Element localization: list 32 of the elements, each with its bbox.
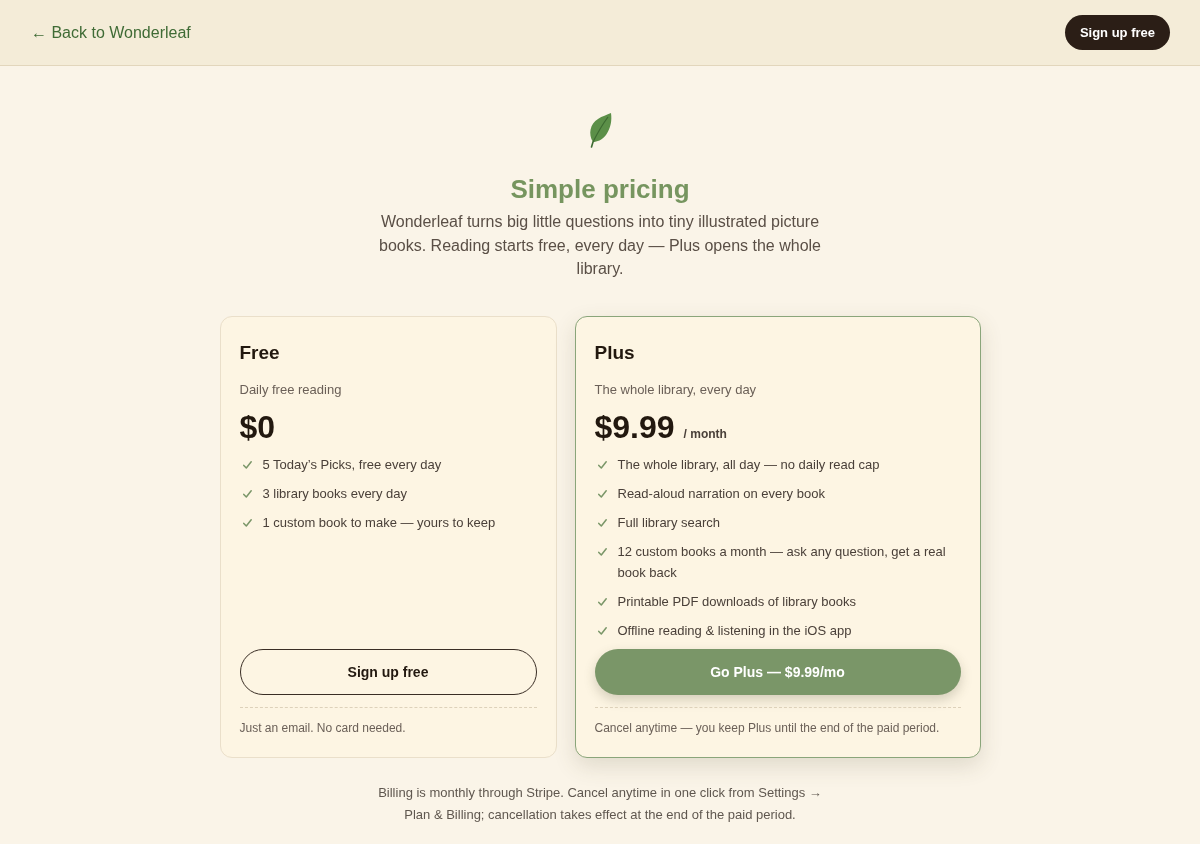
intro-text: Wonderleaf turns big little questions into tiny illustrated picture books. Reading starts free, every day — Plus opens the whole library.	[378, 212, 822, 279]
plan-name: Plus	[594, 340, 636, 365]
price-period: / month	[683, 426, 727, 441]
feature-text: The whole library, all day — no daily read cap	[617, 455, 880, 474]
feature-text: 3 library books every day	[262, 484, 407, 503]
back-link[interactable]: ← Back to Wonderleaf	[31, 23, 191, 42]
check-icon	[597, 626, 607, 635]
signup-button[interactable]: Sign up free	[1064, 15, 1170, 50]
check-icon	[242, 489, 252, 498]
plan-name: Free	[239, 340, 281, 365]
plan-note: Just an email. No card needed.	[239, 719, 407, 736]
feature-text: 5 Today’s Picks, free every day	[262, 455, 442, 474]
page-title: Simple pricing	[510, 173, 690, 205]
plan-tagline: The whole library, every day	[594, 380, 758, 399]
check-icon	[242, 518, 252, 527]
check-icon	[597, 518, 607, 527]
billing-note: Billing is monthly through Stripe. Cancel anytime in one click from Settings → Plan & Billing; cancellation takes effect at the end of the paid period.	[377, 783, 823, 824]
feature-text: Full library search	[617, 513, 721, 532]
plan-price: $9.99	[594, 408, 675, 445]
check-icon	[597, 547, 607, 556]
feature-text: Offline reading & listening in the iOS app	[617, 621, 852, 640]
check-icon	[597, 460, 607, 469]
feature-text: Read-aloud narration on every book	[617, 484, 825, 503]
plan-tagline: Daily free reading	[239, 380, 343, 399]
feature-text: 12 custom books a month — ask any question, get a real book back	[617, 542, 947, 582]
feature-text: 1 custom book to make — yours to keep	[262, 513, 496, 532]
feature-text: Printable PDF downloads of library books	[617, 592, 856, 611]
plan-price: $0	[239, 408, 276, 445]
check-icon	[597, 597, 607, 606]
plan-note: Cancel anytime — you keep Plus until the end of the paid period.	[594, 719, 941, 736]
check-icon	[597, 489, 607, 498]
check-icon	[242, 460, 252, 469]
